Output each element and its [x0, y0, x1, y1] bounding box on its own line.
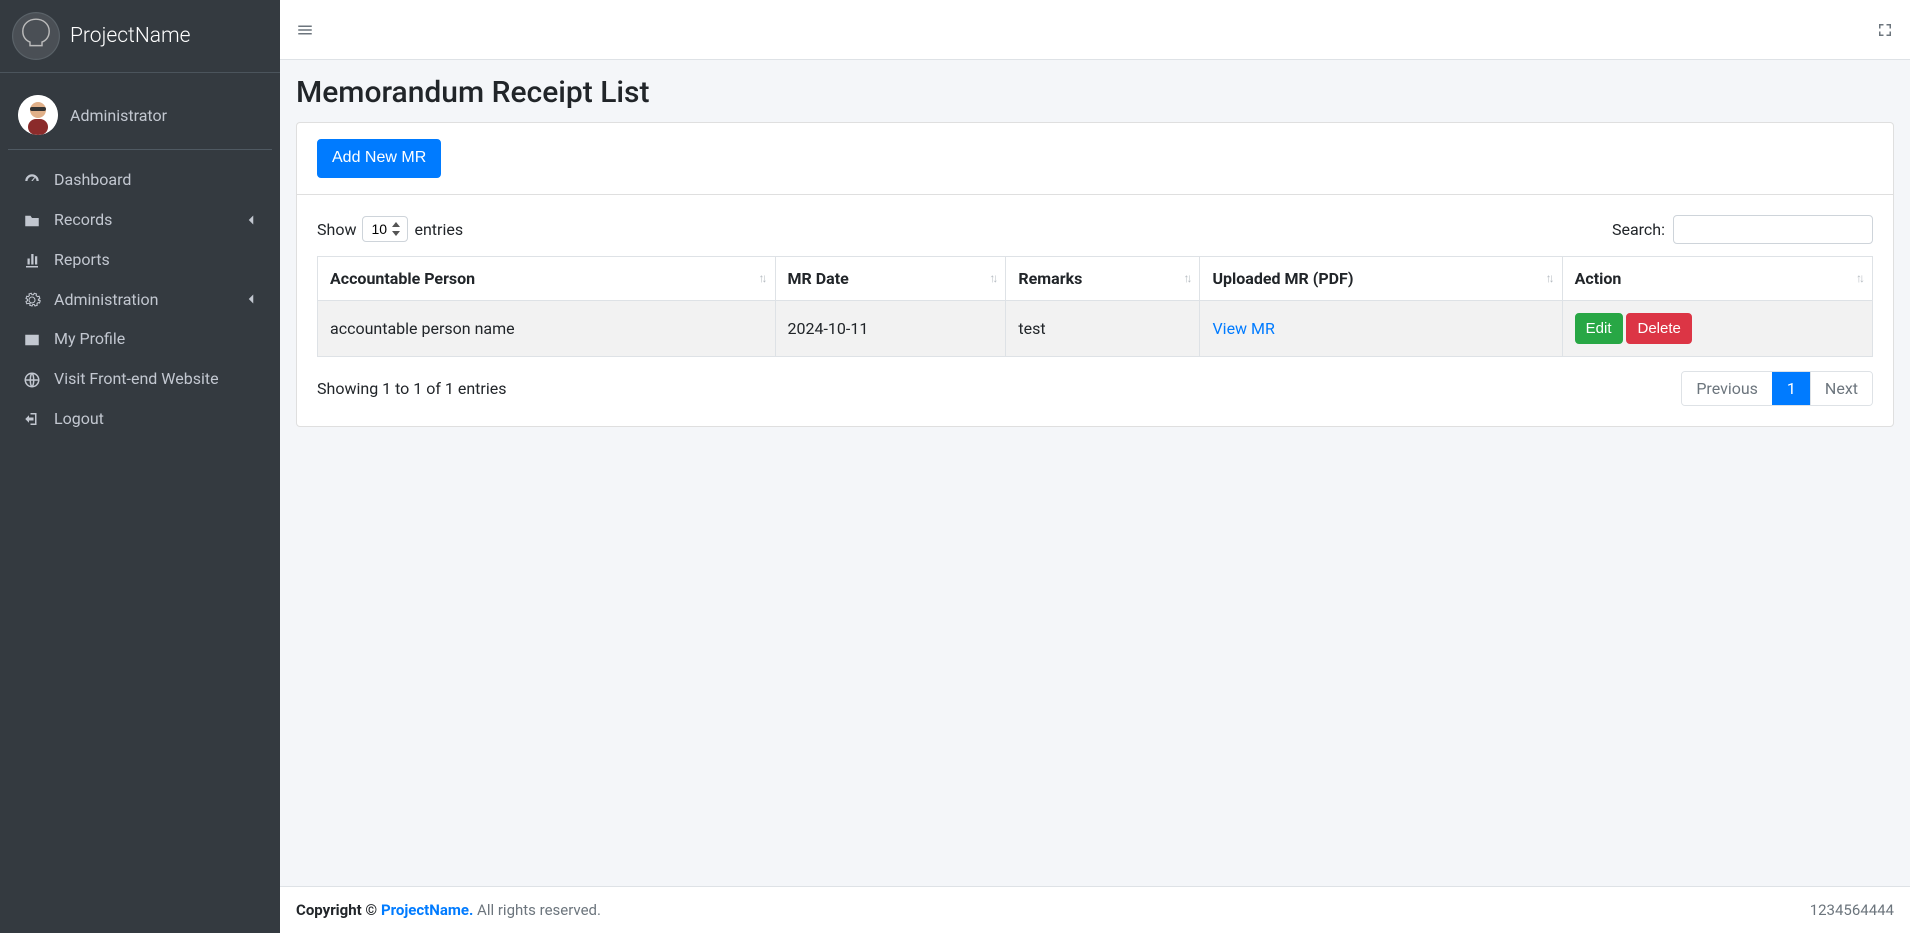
footer-right: 1234564444 [1810, 901, 1894, 919]
view-mr-link[interactable]: View MR [1212, 319, 1274, 338]
chevron-left-icon [242, 211, 260, 229]
page-title: Memorandum Receipt List [296, 75, 1894, 110]
sort-icon: ↑↓ [1183, 271, 1189, 285]
sidebar-item-label: Visit Front-end Website [54, 369, 219, 388]
page-previous[interactable]: Previous [1682, 372, 1772, 405]
sidebar-item-reports[interactable]: Reports [8, 240, 272, 280]
sidebar-item-label: Records [54, 210, 112, 229]
table-info: Showing 1 to 1 of 1 entries [317, 379, 506, 398]
card-header: Add New MR [297, 123, 1893, 195]
sort-icon: ↑↓ [989, 271, 995, 285]
length-suffix: entries [414, 220, 463, 239]
brand-logo [12, 12, 60, 60]
col-accountable-person[interactable]: Accountable Person↑↓ [318, 256, 776, 300]
page-current[interactable]: 1 [1772, 372, 1810, 405]
cell-remarks: test [1006, 300, 1200, 357]
idcard-icon [20, 329, 44, 349]
user-panel[interactable]: Administrator [8, 81, 272, 150]
delete-button[interactable]: Delete [1626, 313, 1691, 345]
chart-icon [20, 250, 44, 270]
cell-accountable-person: accountable person name [318, 300, 776, 357]
cell-mr-date: 2024-10-11 [775, 300, 1006, 357]
menu-toggle-icon[interactable] [296, 19, 314, 40]
search-control: Search: [1612, 215, 1873, 244]
footer-rights: All rights reserved. [473, 901, 601, 919]
folder-icon [20, 210, 44, 230]
brand-text: ProjectName [70, 24, 190, 48]
col-remarks[interactable]: Remarks↑↓ [1006, 256, 1200, 300]
dashboard-icon [20, 170, 44, 190]
search-label: Search: [1612, 220, 1665, 239]
length-select[interactable]: 10 [362, 216, 408, 242]
sort-icon: ↑↓ [1546, 271, 1552, 285]
sidebar-nav: Dashboard Records Reports Administration… [0, 150, 280, 448]
cogs-icon [20, 289, 44, 309]
footer-copyright: Copyright © [296, 901, 381, 919]
col-uploaded-mr[interactable]: Uploaded MR (PDF)↑↓ [1200, 256, 1562, 300]
length-control: Show 10 entries [317, 216, 463, 242]
sidebar-item-label: My Profile [54, 329, 125, 348]
add-new-mr-button[interactable]: Add New MR [317, 139, 441, 178]
sidebar-item-administration[interactable]: Administration [8, 279, 272, 319]
topbar [280, 0, 1910, 60]
col-action[interactable]: Action↑↓ [1562, 256, 1872, 300]
sort-icon: ↑↓ [1856, 271, 1862, 285]
sidebar-item-myprofile[interactable]: My Profile [8, 319, 272, 359]
content-header: Memorandum Receipt List [280, 60, 1910, 122]
page-next[interactable]: Next [1810, 372, 1872, 405]
main: Memorandum Receipt List Add New MR Show … [280, 0, 1910, 933]
user-name: Administrator [70, 106, 167, 125]
sidebar-item-label: Logout [54, 409, 104, 428]
footer: Copyright © ProjectName. All rights rese… [280, 886, 1910, 933]
sidebar-item-label: Reports [54, 250, 110, 269]
logout-icon [20, 409, 44, 429]
sidebar-item-records[interactable]: Records [8, 200, 272, 240]
globe-icon [20, 369, 44, 389]
fullscreen-icon[interactable] [1876, 19, 1894, 40]
footer-project[interactable]: ProjectName. [381, 901, 473, 919]
length-prefix: Show [317, 220, 356, 239]
data-table: Accountable Person↑↓ MR Date↑↓ Remarks↑↓… [317, 256, 1873, 358]
avatar [18, 95, 58, 135]
sidebar-item-logout[interactable]: Logout [8, 399, 272, 439]
sidebar: ProjectName Administrator Dashboard Reco… [0, 0, 280, 933]
brand[interactable]: ProjectName [0, 0, 280, 73]
card: Add New MR Show 10 entries Search: [296, 122, 1894, 427]
search-input[interactable] [1673, 215, 1873, 244]
chevron-left-icon [242, 290, 260, 308]
sidebar-item-label: Dashboard [54, 170, 131, 189]
pagination: Previous 1 Next [1681, 371, 1873, 406]
sort-icon: ↑↓ [759, 271, 765, 285]
col-mr-date[interactable]: MR Date↑↓ [775, 256, 1006, 300]
sidebar-item-dashboard[interactable]: Dashboard [8, 160, 272, 200]
table-row: accountable person name 2024-10-11 test … [318, 300, 1873, 357]
sidebar-item-visitfrontend[interactable]: Visit Front-end Website [8, 359, 272, 399]
edit-button[interactable]: Edit [1575, 313, 1623, 345]
sidebar-item-label: Administration [54, 290, 159, 309]
